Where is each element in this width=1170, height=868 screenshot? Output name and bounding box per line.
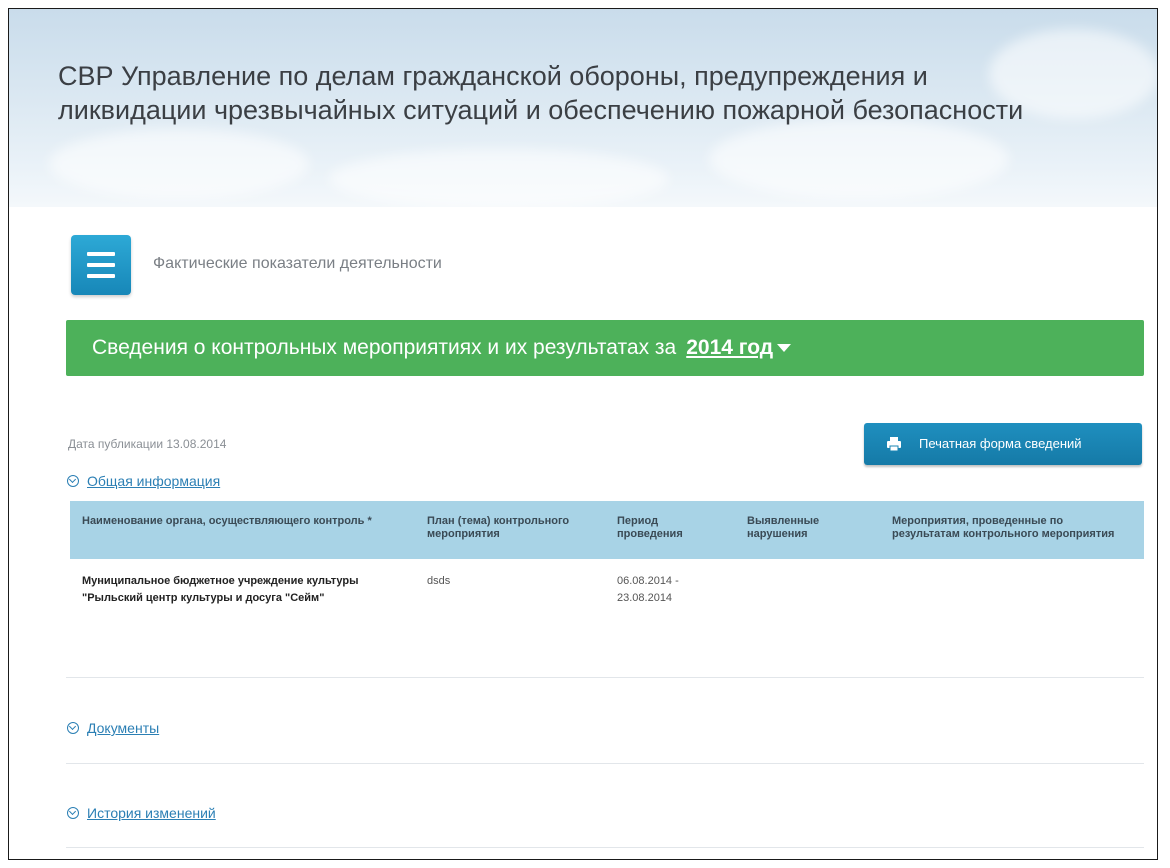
column-header: План (тема) контрольного мероприятия xyxy=(415,501,605,559)
divider xyxy=(66,763,1144,764)
divider xyxy=(66,677,1144,678)
chevron-down-icon[interactable] xyxy=(777,344,792,353)
divider xyxy=(66,847,1144,848)
page-title: СВР Управление по делам гражданской обор… xyxy=(58,61,1024,125)
section-documents-toggle[interactable]: Документы xyxy=(67,720,159,736)
banner-text: Сведения о контрольных мероприятиях и их… xyxy=(92,336,677,359)
control-measures-table: Наименование органа, осуществляющего кон… xyxy=(70,501,1144,617)
table-header-row: Наименование органа, осуществляющего кон… xyxy=(70,501,1144,559)
print-form-button[interactable]: Печатная форма сведений xyxy=(864,423,1142,465)
cell-measures xyxy=(880,559,1144,617)
column-header: Выявленные нарушения xyxy=(735,501,880,559)
chevron-down-circle-icon xyxy=(67,807,79,820)
year-selector[interactable]: 2014 год xyxy=(686,336,773,359)
publication-date: Дата публикации 13.08.2014 xyxy=(68,437,227,451)
menu-label[interactable]: Фактические показатели деятельности xyxy=(153,255,442,273)
column-header: Мероприятия, проведенные по результатам … xyxy=(880,501,1144,559)
section-history-toggle[interactable]: История изменений xyxy=(67,805,216,821)
column-header: Период проведения xyxy=(605,501,735,559)
results-banner: Сведения о контрольных мероприятиях и их… xyxy=(66,320,1144,376)
section-history-label: История изменений xyxy=(87,805,216,821)
main-content: Фактические показатели деятельности Свед… xyxy=(9,207,1157,859)
cell-plan: dsds xyxy=(427,575,451,587)
section-documents-label: Документы xyxy=(87,720,160,736)
chevron-down-circle-icon xyxy=(67,722,79,735)
column-header: Наименование органа, осуществляющего кон… xyxy=(70,501,415,559)
chevron-down-circle-icon xyxy=(67,475,79,488)
section-general-label: Общая информация xyxy=(87,473,221,489)
cell-period: 06.08.2014 - 23.08.2014 xyxy=(617,575,679,604)
hamburger-menu-icon[interactable] xyxy=(71,235,131,295)
printer-icon xyxy=(887,437,901,452)
page-frame: СВР Управление по делам гражданской обор… xyxy=(8,8,1158,860)
page-header: СВР Управление по делам гражданской обор… xyxy=(9,9,1157,209)
table-row: Муниципальное бюджетное учреждение культ… xyxy=(70,559,1144,617)
cell-violations xyxy=(735,559,880,617)
section-general-toggle[interactable]: Общая информация xyxy=(67,473,220,489)
print-form-label: Печатная форма сведений xyxy=(919,436,1082,451)
cell-org: Муниципальное бюджетное учреждение культ… xyxy=(82,575,359,604)
